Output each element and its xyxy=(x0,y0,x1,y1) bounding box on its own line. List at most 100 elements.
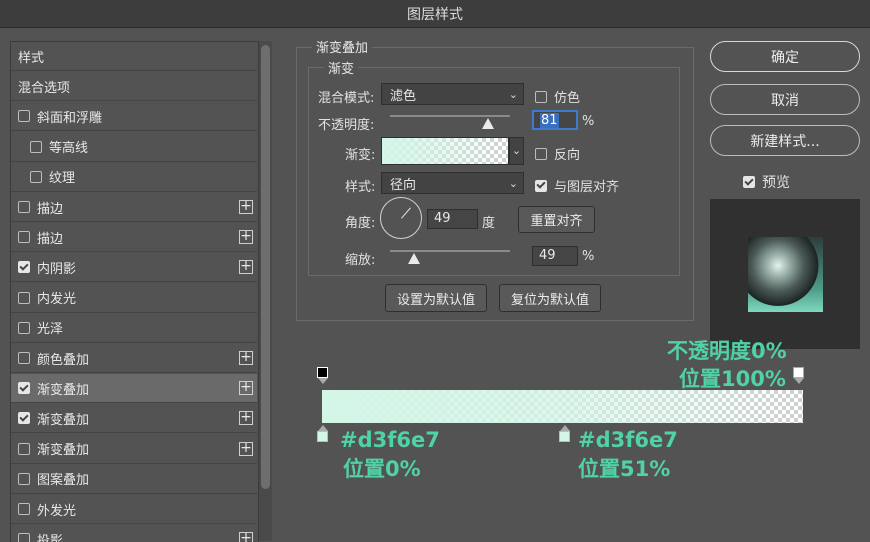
style-list-item[interactable]: 纹理 xyxy=(11,163,257,192)
add-effect-icon[interactable]: + xyxy=(239,380,253,396)
style-list-label: 光泽 xyxy=(37,322,64,338)
add-effect-icon[interactable]: + xyxy=(239,350,253,365)
scale-input[interactable]: 49 xyxy=(532,246,578,266)
align-with-layer-option[interactable]: 与图层对齐 xyxy=(535,176,619,195)
add-effect-icon[interactable]: + xyxy=(239,199,253,214)
style-list-item[interactable]: 投影 + xyxy=(11,525,257,542)
style-list-label: 颜色叠加 xyxy=(37,352,90,368)
style-list-checkbox[interactable] xyxy=(18,472,30,485)
style-list-checkbox[interactable] xyxy=(18,201,30,213)
chevron-down-icon: ⌄ xyxy=(508,88,518,101)
annotation-stop1-color: #d3f6e7 xyxy=(340,428,440,452)
opacity-slider-track[interactable] xyxy=(390,115,510,117)
style-list-label: 混合选项 xyxy=(18,80,71,96)
opacity-stop-left[interactable] xyxy=(317,367,328,378)
opacity-stop-left-pointer xyxy=(318,378,328,384)
preview-option[interactable]: 预览 xyxy=(743,172,790,192)
style-list-checkbox[interactable] xyxy=(18,321,30,334)
style-select[interactable]: 径向 ⌄ xyxy=(381,172,524,194)
dither-checkbox[interactable] xyxy=(535,90,547,103)
opacity-stop-right-pointer xyxy=(794,378,804,384)
blend-mode-value: 滤色 xyxy=(390,88,417,104)
style-list-label: 内阴影 xyxy=(37,261,77,277)
preview-label: 预览 xyxy=(762,175,790,191)
add-effect-icon[interactable]: + xyxy=(239,259,253,275)
style-list-label: 描边 xyxy=(37,201,64,217)
gradient-editor-fill xyxy=(322,390,803,423)
style-list-label: 内发光 xyxy=(37,292,77,308)
gradient-group-title: 渐变 xyxy=(324,58,359,77)
gradient-dropdown-button[interactable]: ⌄ xyxy=(509,137,524,165)
add-effect-icon[interactable]: + xyxy=(239,410,253,426)
blend-mode-label: 混合模式: xyxy=(318,91,375,106)
add-effect-icon[interactable]: + xyxy=(239,441,253,456)
cancel-button[interactable]: 取消 xyxy=(710,84,860,115)
style-list-checkbox[interactable] xyxy=(30,170,42,183)
angle-dial[interactable] xyxy=(380,197,422,239)
style-list-checkbox[interactable] xyxy=(18,261,30,274)
blend-mode-select[interactable]: 滤色 ⌄ xyxy=(381,83,524,105)
angle-input[interactable]: 49 xyxy=(427,209,478,229)
preview-checkbox[interactable] xyxy=(743,176,755,188)
style-list-item[interactable]: 描边 + xyxy=(11,223,257,253)
style-list-checkbox[interactable] xyxy=(18,110,30,123)
style-list-checkbox[interactable] xyxy=(18,291,30,304)
style-list-item[interactable]: 颜色叠加 + xyxy=(11,344,257,373)
dither-option[interactable]: 仿色 xyxy=(535,87,580,106)
style-list-item[interactable]: 内发光 xyxy=(11,284,257,313)
style-list-item[interactable]: 图案叠加 xyxy=(11,465,257,494)
window-title-bar: 图层样式 xyxy=(0,0,870,28)
style-list-label: 图案叠加 xyxy=(37,473,90,489)
style-list-item[interactable]: 外发光 xyxy=(11,495,257,524)
style-list-item[interactable]: 光泽 xyxy=(11,314,257,343)
scale-percent: % xyxy=(582,249,595,264)
style-list-checkbox[interactable] xyxy=(18,412,30,425)
dither-label: 仿色 xyxy=(554,91,581,106)
color-stop-1[interactable] xyxy=(317,431,328,442)
gradient-label: 渐变: xyxy=(345,148,376,163)
opacity-stop-right[interactable] xyxy=(793,367,804,378)
style-list-item[interactable]: 渐变叠加 + xyxy=(11,404,257,434)
gradient-editor-bar[interactable] xyxy=(322,390,803,423)
reverse-checkbox[interactable] xyxy=(535,147,547,160)
opacity-input[interactable]: 81 xyxy=(532,110,578,130)
opacity-slider-knob[interactable] xyxy=(482,118,494,129)
set-as-default-button[interactable]: 设置为默认值 xyxy=(385,284,487,312)
gradient-overlay-title: 渐变叠加 xyxy=(312,37,373,56)
style-list-item[interactable]: 混合选项 xyxy=(11,72,257,102)
style-list-item[interactable]: 渐变叠加 + xyxy=(11,374,257,404)
style-list-item[interactable]: 等高线 xyxy=(11,133,257,162)
style-list-checkbox[interactable] xyxy=(18,503,30,515)
style-list-scrollbar[interactable] xyxy=(259,41,272,541)
opacity-value: 81 xyxy=(540,113,559,128)
align-with-layer-label: 与图层对齐 xyxy=(554,180,620,195)
style-list-item[interactable]: 斜面和浮雕 xyxy=(11,102,257,132)
style-list-checkbox[interactable] xyxy=(18,382,30,395)
preview-panel xyxy=(710,199,860,349)
style-list-checkbox[interactable] xyxy=(30,140,42,153)
reset-alignment-button[interactable]: 重置对齐 xyxy=(518,206,595,233)
scrollbar-thumb[interactable] xyxy=(261,45,270,489)
style-list-label: 渐变叠加 xyxy=(37,443,90,459)
style-list-checkbox[interactable] xyxy=(18,442,30,455)
reset-to-default-button[interactable]: 复位为默认值 xyxy=(499,284,601,312)
scale-slider-knob[interactable] xyxy=(408,253,420,264)
style-list-checkbox[interactable] xyxy=(18,231,30,244)
new-style-button[interactable]: 新建样式... xyxy=(710,125,860,156)
reverse-option[interactable]: 反向 xyxy=(535,144,580,163)
style-list-checkbox[interactable] xyxy=(18,352,30,364)
style-list-item[interactable]: 渐变叠加 + xyxy=(11,435,257,464)
align-with-layer-checkbox[interactable] xyxy=(535,179,547,192)
style-list-item[interactable]: 内阴影 + xyxy=(11,253,257,283)
add-effect-icon[interactable]: + xyxy=(239,229,253,245)
style-list-item[interactable]: 描边 + xyxy=(11,193,257,222)
style-list-item[interactable]: 样式 xyxy=(11,42,257,71)
style-list-label: 纹理 xyxy=(49,171,76,187)
preview-thumbnail xyxy=(748,237,823,312)
gradient-picker[interactable] xyxy=(381,137,509,165)
ok-button[interactable]: 确定 xyxy=(710,41,860,72)
scale-label: 缩放: xyxy=(345,253,376,268)
color-stop-2[interactable] xyxy=(559,431,570,442)
scale-slider-track[interactable] xyxy=(390,250,510,252)
window-title: 图层样式 xyxy=(407,6,463,23)
